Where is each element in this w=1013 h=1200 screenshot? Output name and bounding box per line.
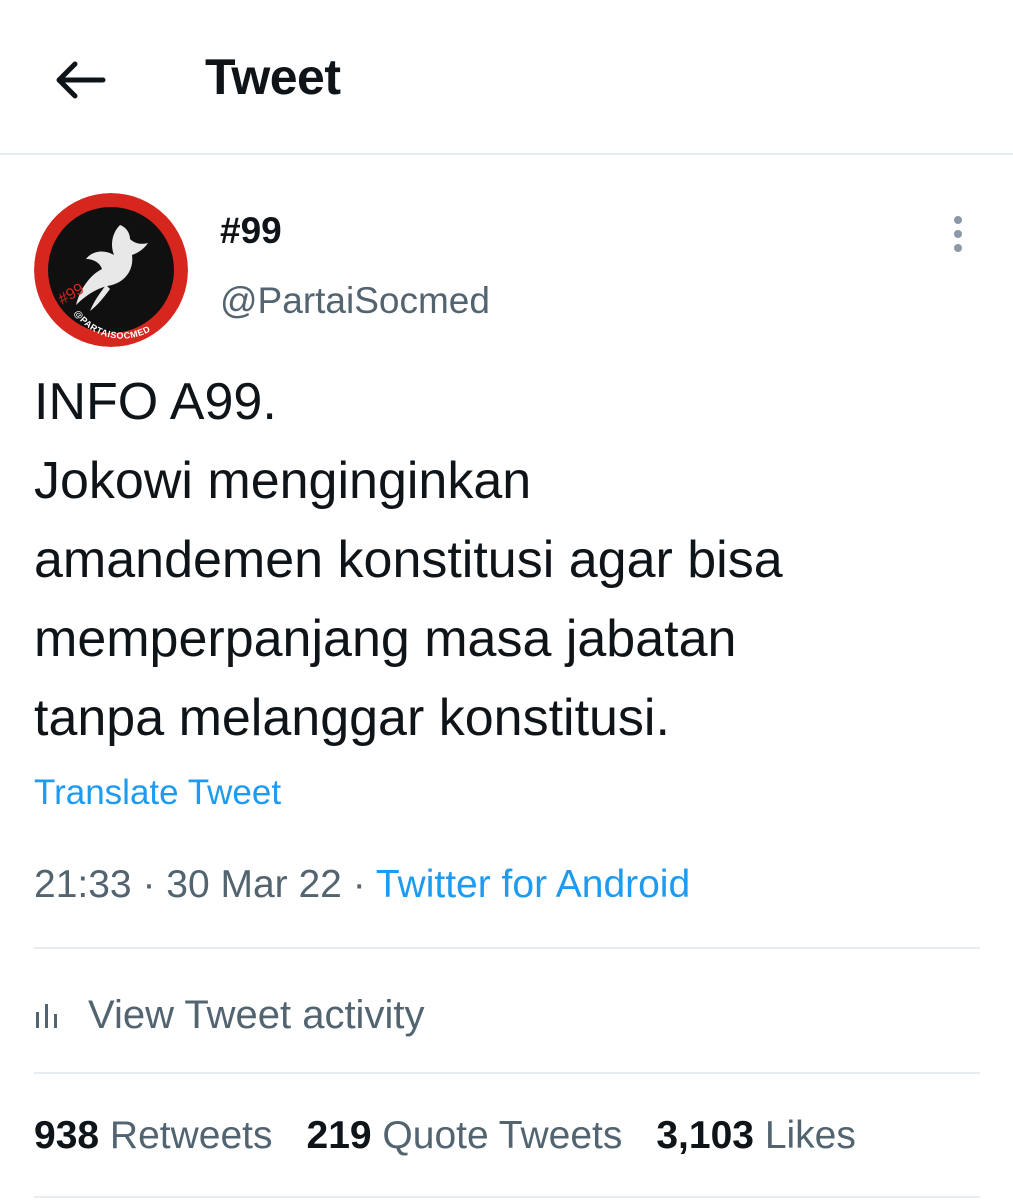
translate-tweet-link[interactable]: Translate Tweet: [34, 773, 281, 813]
more-dot-icon: [954, 244, 962, 252]
quote-tweets-stat[interactable]: 219 Quote Tweets: [307, 1114, 623, 1158]
more-dot-icon: [954, 230, 962, 238]
tweet-line: amandemen konstitusi agar bisa: [34, 531, 783, 589]
tweet-source-link[interactable]: Twitter for Android: [376, 863, 690, 906]
author-display-name[interactable]: #99: [220, 210, 282, 252]
retweets-count: 938: [34, 1114, 100, 1157]
tweet-line: memperpanjang masa jabatan: [34, 610, 737, 668]
tweet-time[interactable]: 21:33: [34, 863, 132, 906]
tweet-line: Jokowi menginginkan: [34, 452, 532, 510]
quote-tweets-count: 219: [306, 1114, 372, 1157]
meta-separator: ·: [341, 863, 376, 906]
likes-label: Likes: [764, 1114, 856, 1157]
retweets-stat[interactable]: 938 Retweets: [34, 1114, 273, 1158]
meta-separator: ·: [131, 863, 167, 906]
page-title: Tweet: [205, 49, 341, 105]
engagement-stats: 938 Retweets 219 Quote Tweets 3,103 Like…: [34, 1110, 890, 1162]
divider: [34, 947, 980, 949]
tweet-meta: 21:33 · 30 Mar 22 · Twitter for Android: [34, 863, 690, 907]
view-tweet-activity-label: View Tweet activity: [88, 992, 425, 1037]
retweets-label: Retweets: [109, 1114, 273, 1157]
author-username[interactable]: @PartaiSocmed: [220, 280, 490, 322]
likes-stat[interactable]: 3,103 Likes: [656, 1114, 856, 1158]
view-tweet-activity-button[interactable]: View Tweet activity: [34, 990, 424, 1040]
bar-chart-icon: [34, 995, 74, 1035]
more-dot-icon: [954, 216, 962, 224]
arrow-left-icon: [56, 61, 106, 99]
back-button[interactable]: [50, 50, 110, 110]
top-app-bar: Tweet: [0, 0, 1013, 155]
quote-tweets-label: Quote Tweets: [382, 1114, 623, 1157]
more-options-button[interactable]: [938, 210, 978, 258]
tweet-text: INFO A99. Jokowi menginginkan amandemen …: [34, 363, 984, 758]
tweet-date[interactable]: 30 Mar 22: [166, 863, 342, 906]
divider: [34, 1196, 980, 1198]
tweet-line: INFO A99.: [34, 373, 277, 431]
tweet-line: tanpa melanggar konstitusi.: [34, 689, 670, 747]
likes-count: 3,103: [656, 1114, 754, 1157]
divider: [34, 1072, 980, 1074]
bird-logo-icon: #99 @PARTAISOCMED: [34, 193, 188, 347]
avatar[interactable]: #99 @PARTAISOCMED: [34, 193, 188, 347]
